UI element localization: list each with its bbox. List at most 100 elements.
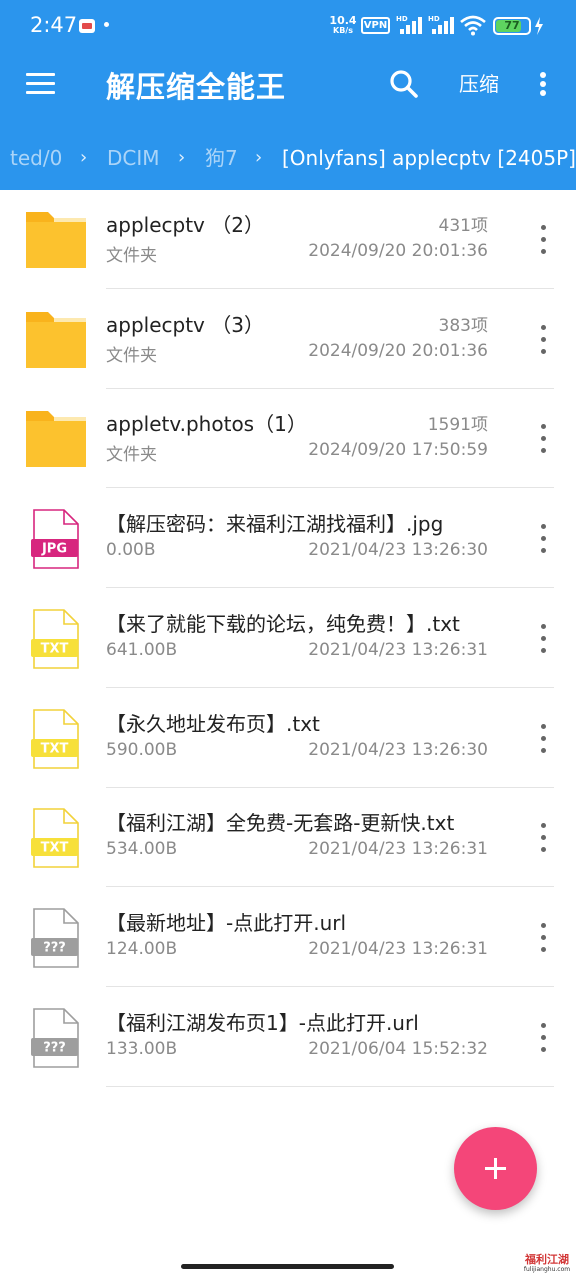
net-speed-value: 10.4 [329,14,357,27]
file-info: 文件夹 [106,445,157,466]
notification-icon [79,19,95,33]
wifi-icon [460,15,486,36]
row-more-icon[interactable] [531,223,555,257]
row-more-icon[interactable] [531,323,555,357]
file-date: 2021/06/04 15:52:32 [308,1038,488,1059]
unknown-file-icon: ??? [24,906,88,970]
file-info: 0.00B [106,540,156,561]
file-date: 2021/04/23 13:26:31 [308,938,488,959]
file-name: 【来了就能下载的论坛，纯免费！】.txt [106,611,460,636]
file-date: 2021/04/23 13:26:30 [308,540,488,561]
row-more-icon[interactable] [531,422,555,456]
file-name: 【永久地址发布页】.txt [106,711,320,736]
file-row[interactable]: TXT 【永久地址发布页】.txt 590.00B 2021/04/23 13:26:… [0,689,576,788]
home-indicator[interactable] [181,1264,394,1269]
app-title: 解压缩全能王 [106,70,287,104]
breadcrumb-item-folder[interactable]: 狗7 [205,138,238,178]
file-date: 2021/04/23 13:26:30 [308,739,488,760]
row-more-icon[interactable] [531,522,555,556]
file-date: 2024/09/20 20:01:36 [308,340,488,361]
compress-button[interactable]: 压缩 [453,68,505,100]
file-name: 【最新地址】-点此打开.url [106,910,347,935]
watermark-sub: fulijianghu.com [523,1266,571,1273]
unknown-file-icon: ??? [24,1006,88,1070]
row-more-icon[interactable] [531,722,555,756]
txt-file-icon: TXT [24,806,88,870]
breadcrumb-item-storage[interactable]: ted/0 [10,138,62,178]
file-info: 133.00B [106,1038,178,1059]
file-type-badge: ??? [43,940,66,955]
divider [106,1085,554,1087]
file-name: applecptv （3） [106,312,264,337]
watermark-logo: 福利江湖 fulijianghu.com [521,1254,573,1278]
hd-label-1: HD [396,15,408,23]
file-name: applecptv （2） [106,213,264,237]
file-type-badge: TXT [41,841,69,856]
search-icon[interactable] [389,69,419,99]
charging-icon [535,17,543,35]
breadcrumb-separator: › [178,147,186,168]
item-count: 383项 [438,315,488,336]
file-date: 2021/04/23 13:26:31 [308,639,488,660]
file-type-badge: ??? [43,1040,66,1055]
file-date: 2024/09/20 17:50:59 [308,440,488,461]
folder-icon [24,308,88,372]
row-more-icon[interactable] [531,622,555,656]
file-info: 590.00B [106,739,178,760]
status-bar: 2:47 10.4 KB/s VPN HD HD 77 [0,0,576,52]
item-count: 431项 [438,216,488,236]
file-type-badge: TXT [41,741,69,756]
file-type-badge: TXT [41,641,69,656]
folder-row[interactable]: applecptv （2） 文件夹 431项 2024/09/20 20:01:36 [0,190,576,289]
file-info: 534.00B [106,839,178,860]
watermark-text: 福利江湖 [525,1253,569,1266]
breadcrumb-item-dcim[interactable]: DCIM [107,138,160,178]
app-bar: 解压缩全能王 压缩 [0,52,576,116]
net-speed-unit: KB/s [333,26,353,35]
breadcrumb-separator: › [80,147,88,168]
item-count: 1591项 [427,415,488,436]
row-more-icon[interactable] [531,821,555,855]
folder-row[interactable]: applecptv （3） 文件夹 383项 2024/09/20 20:01:36 [0,290,576,389]
app-header: 2:47 10.4 KB/s VPN HD HD 77 解压缩全能王 压缩 te… [0,0,576,190]
file-row[interactable]: ??? 【最新地址】-点此打开.url 124.00B 2021/04/23 13:2… [0,888,576,987]
add-fab-button[interactable] [454,1127,537,1210]
file-info: 124.00B [106,938,178,959]
notification-dot-icon [104,22,109,27]
file-type-badge: JPG [41,542,67,557]
breadcrumb: ted/0 › DCIM › 狗7 › [Onlyfans] applecptv… [0,138,576,178]
battery-percent: 77 [504,19,520,32]
hd-label-2: HD [428,15,440,23]
jpg-file-icon: JPG [24,507,88,571]
file-row[interactable]: JPG 【解压密码：来福利江湖找福利】.jpg 0.00B 2021/04/23 13… [0,489,576,589]
file-row[interactable]: TXT 【福利江湖】全免费-无套路-更新快.txt 534.00B 2021/04/2… [0,788,576,888]
file-row[interactable]: ??? 【福利江湖发布页1】-点此打开.url 133.00B 2021/06/04 … [0,988,576,1087]
file-name: appletv.photos（1） [106,412,307,437]
file-info: 文件夹 [106,246,157,266]
folder-icon [24,407,88,471]
breadcrumb-item-current[interactable]: [Onlyfans] applecptv [2405P] [282,138,576,178]
signal-icon-2: HD [428,15,454,35]
file-info: 641.00B [106,639,178,660]
more-vert-icon[interactable] [530,68,556,100]
status-time: 2:47 [30,13,78,37]
file-name: 【解压密码：来福利江湖找福利】.jpg [106,512,444,537]
battery-icon: 77 [493,17,531,35]
net-speed: 10.4 KB/s [329,14,357,36]
file-name: 【福利江湖】全免费-无套路-更新快.txt [106,811,455,836]
row-more-icon[interactable] [531,1021,555,1055]
signal-icon-1: HD [396,15,422,35]
vpn-badge: VPN [361,17,390,34]
menu-icon[interactable] [26,70,56,96]
file-info: 文件夹 [106,345,157,366]
txt-file-icon: TXT [24,707,88,771]
row-more-icon[interactable] [531,921,555,955]
file-date: 2024/09/20 20:01:36 [308,241,488,261]
file-row[interactable]: TXT 【来了就能下载的论坛，纯免费！】.txt 641.00B 2021/04/23… [0,589,576,688]
txt-file-icon: TXT [24,607,88,671]
folder-icon [24,208,88,272]
file-date: 2021/04/23 13:26:31 [308,839,488,860]
breadcrumb-separator: › [255,147,263,168]
file-name: 【福利江湖发布页1】-点此打开.url [106,1010,419,1035]
folder-row[interactable]: appletv.photos（1） 文件夹 1591项 2024/09/20 17:5… [0,389,576,489]
